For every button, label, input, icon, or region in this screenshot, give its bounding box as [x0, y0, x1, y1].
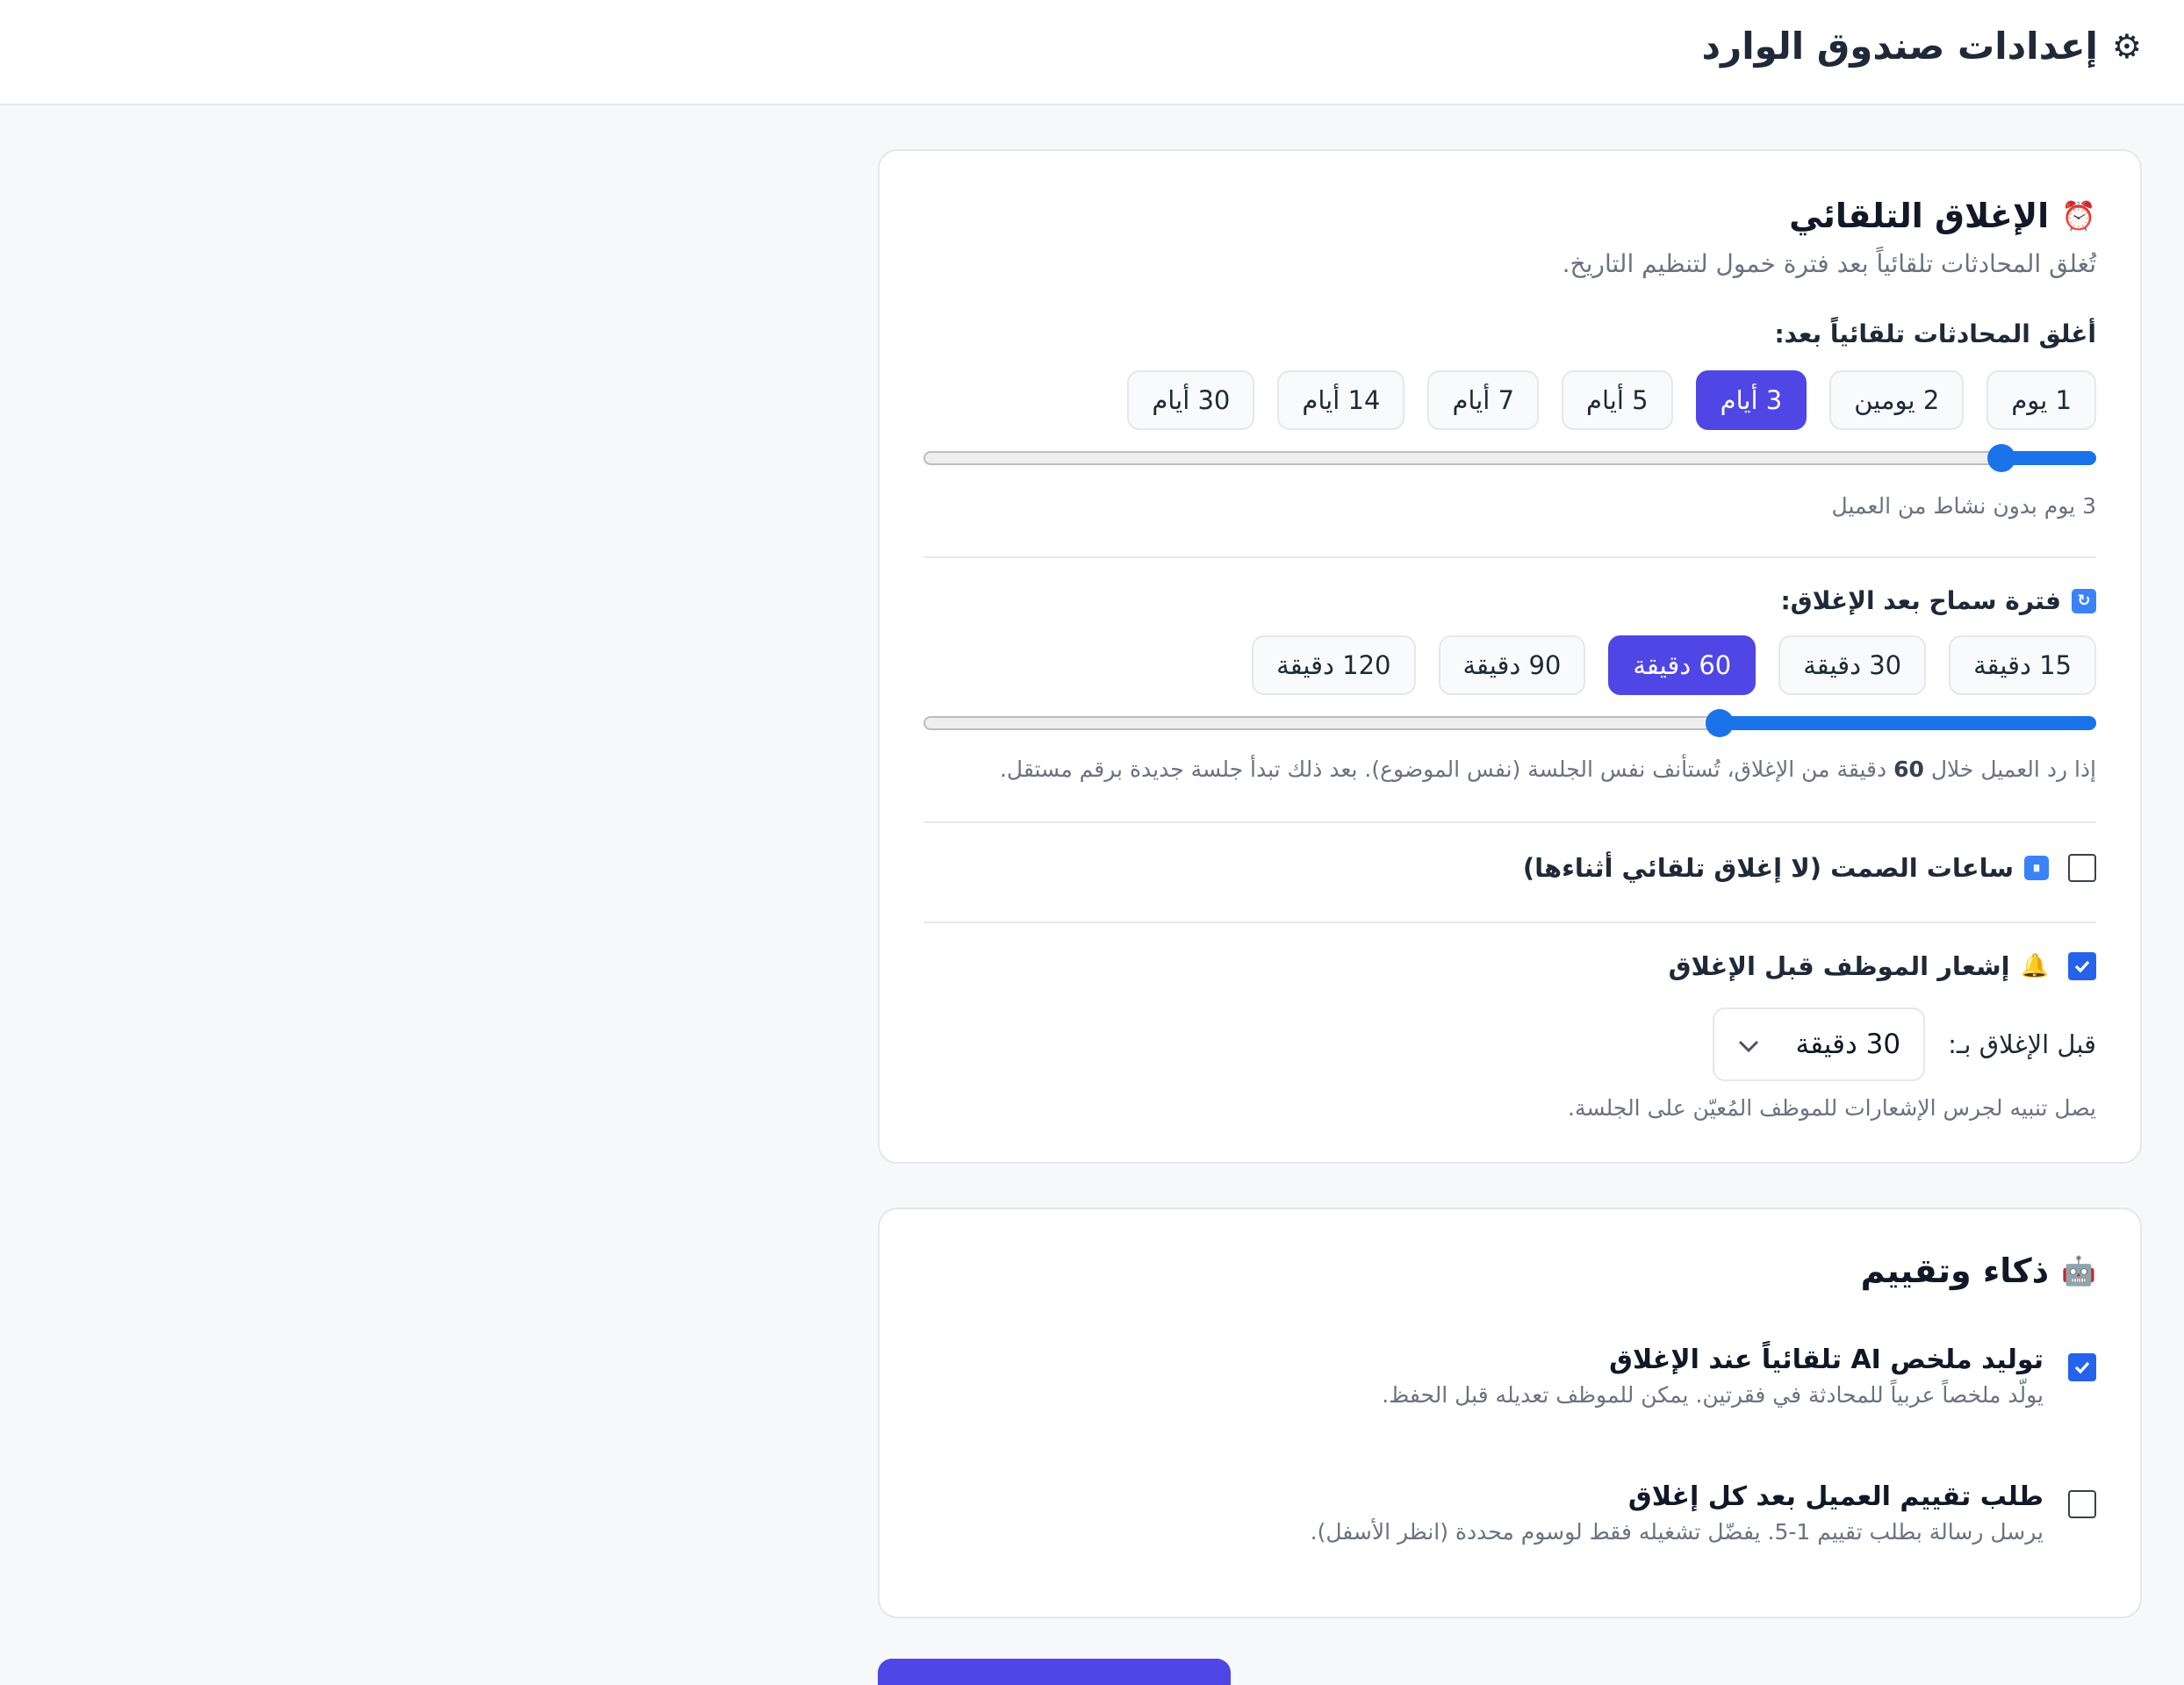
save-button[interactable]	[878, 1659, 1231, 1685]
day-option[interactable]: 30 أيام	[1127, 370, 1255, 430]
top-bar: ⚙ إعدادات صندوق الوارد	[0, 0, 2184, 105]
day-slider-track	[923, 451, 2096, 465]
grace-option[interactable]: 90 دقيقة	[1438, 635, 1586, 695]
close-after-label: أغلق المحادثات تلقائياً بعد:	[1774, 319, 2096, 348]
rating-desc: يرسل رسالة بطلب تقييم 1-5. يفضّل تشغيله …	[1310, 1519, 2044, 1545]
notify-agent-label: 🔔 إشعار الموظف قبل الإغلاق	[1669, 951, 2049, 981]
bell-icon: 🔔	[2020, 953, 2049, 979]
day-option[interactable]: 5 أيام	[1562, 370, 1673, 430]
refresh-icon: ↻	[2072, 588, 2096, 613]
pause-icon: ⏸	[2024, 856, 2049, 880]
ai-summary-checkbox[interactable]	[2068, 1353, 2096, 1381]
grace-hint-value: 60	[1893, 756, 1924, 782]
day-slider-fill	[2001, 451, 2096, 465]
grace-hint: إذا رد العميل خلال 60 دقيقة من الإغلاق، …	[1000, 756, 2096, 782]
ai-summary-desc: يولّد ملخصاً عربياً للمحادثة في فقرتين. …	[1382, 1382, 2044, 1408]
quiet-hours-text: ساعات الصمت (لا إغلاق تلقائي أثناءها)	[1522, 853, 2014, 883]
day-option[interactable]: 1 يوم	[1986, 370, 2096, 430]
ai-rating-title: 🤖 ذكاء وتقييم	[1861, 1251, 2096, 1290]
grace-slider[interactable]	[923, 709, 2096, 737]
quiet-hours-label: ⏸ ساعات الصمت (لا إغلاق تلقائي أثناءها)	[1523, 853, 2049, 883]
auto-close-title: ⏰ الإغلاق التلقائي	[1789, 197, 2096, 235]
day-option[interactable]: 7 أيام	[1427, 370, 1540, 430]
grace-hint-post: دقيقة من الإغلاق، تُستأنف نفس الجلسة (نف…	[999, 756, 1894, 782]
ai-summary-text: توليد ملخص AI تلقائياً عند الإغلاق يولّد…	[1382, 1344, 2044, 1408]
rating-row[interactable]: طلب تقييم العميل بعد كل إغلاق يرسل رسالة…	[1311, 1481, 2096, 1545]
day-option[interactable]: 14 أيام	[1277, 370, 1405, 430]
notify-agent-row[interactable]: 🔔 إشعار الموظف قبل الإغلاق	[1669, 951, 2096, 981]
gear-icon: ⚙	[2111, 26, 2142, 66]
divider	[923, 921, 2096, 923]
auto-close-title-text: الإغلاق التلقائي	[1789, 197, 2050, 235]
notify-agent-text: إشعار الموظف قبل الإغلاق	[1668, 951, 2010, 981]
before-close-row: قبل الإغلاق بـ: 30 دقيقة	[1713, 1007, 2096, 1081]
quiet-hours-checkbox[interactable]	[2068, 854, 2096, 882]
robot-icon: 🤖	[2061, 1254, 2096, 1287]
ai-rating-title-text: ذكاء وتقييم	[1860, 1251, 2050, 1290]
rating-checkbox[interactable]	[2068, 1490, 2096, 1518]
grace-label: فترة سماح بعد الإغلاق:	[1780, 586, 2061, 615]
notify-agent-checkbox[interactable]	[2068, 952, 2096, 980]
grace-option[interactable]: 120 دقيقة	[1252, 635, 1416, 695]
grace-slider-thumb[interactable]	[1705, 709, 1734, 737]
auto-close-card: ⏰ الإغلاق التلقائي تُغلق المحادثات تلقائ…	[878, 149, 2142, 1164]
ai-summary-label: توليد ملخص AI تلقائياً عند الإغلاق	[1609, 1344, 2044, 1375]
notify-hint: يصل تنبيه لجرس الإشعارات للموظف المُعيّن…	[1568, 1095, 2096, 1121]
page-title: ⚙ إعدادات صندوق الوارد	[1702, 25, 2143, 68]
grace-option[interactable]: 15 دقيقة	[1949, 635, 2096, 695]
rating-text: طلب تقييم العميل بعد كل إغلاق يرسل رسالة…	[1311, 1481, 2044, 1545]
day-option[interactable]: 3 أيام	[1695, 370, 1807, 430]
grace-label-row: ↻ فترة سماح بعد الإغلاق:	[1780, 586, 2096, 615]
quiet-hours-row[interactable]: ⏸ ساعات الصمت (لا إغلاق تلقائي أثناءها)	[1523, 853, 2096, 883]
grace-option[interactable]: 30 دقيقة	[1778, 635, 1927, 695]
alarm-clock-icon: ⏰	[2061, 199, 2096, 233]
auto-close-subtitle: تُغلق المحادثات تلقائياً بعد فترة خمول ل…	[1562, 249, 2096, 278]
divider	[923, 556, 2096, 558]
day-hint: 3 يوم بدون نشاط من العميل	[1831, 493, 2096, 519]
divider	[923, 821, 2096, 823]
before-close-label: قبل الإغلاق بـ:	[1948, 1029, 2096, 1059]
grace-option[interactable]: 60 دقيقة	[1608, 635, 1757, 695]
ai-summary-row[interactable]: توليد ملخص AI تلقائياً عند الإغلاق يولّد…	[1382, 1344, 2096, 1408]
ai-rating-card: 🤖 ذكاء وتقييم توليد ملخص AI تلقائياً عند…	[878, 1208, 2142, 1618]
page-title-text: إعدادات صندوق الوارد	[1701, 25, 2098, 68]
day-slider[interactable]	[923, 444, 2096, 472]
rating-label: طلب تقييم العميل بعد كل إغلاق	[1627, 1481, 2044, 1512]
grace-slider-fill	[1719, 716, 2096, 730]
grace-options: 15 دقيقة 30 دقيقة 60 دقيقة 90 دقيقة 120 دقيق…	[1252, 635, 2096, 695]
day-slider-thumb[interactable]	[1986, 444, 2015, 472]
day-option[interactable]: 2 يومين	[1829, 370, 1965, 430]
chevron-down-icon	[1737, 1029, 1760, 1060]
grace-hint-pre: إذا رد العميل خلال	[1923, 756, 2096, 782]
before-close-value: 30 دقيقة	[1795, 1029, 1901, 1060]
day-options: 1 يوم 2 يومين 3 أيام 5 أيام 7 أيام 14 أيام 30 …	[1127, 370, 2096, 430]
before-close-select[interactable]: 30 دقيقة	[1713, 1007, 1926, 1081]
